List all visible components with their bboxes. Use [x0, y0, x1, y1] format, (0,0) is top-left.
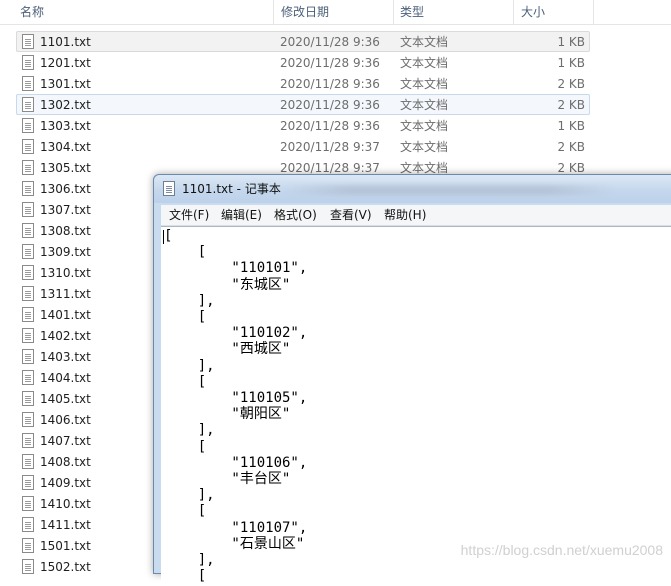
- file-type: 文本文档: [400, 116, 448, 137]
- notepad-titlebar[interactable]: 1101.txt - 记事本: [154, 175, 671, 203]
- file-size: 2 KB: [557, 95, 585, 116]
- file-size: 1 KB: [557, 32, 585, 53]
- file-type: 文本文档: [400, 95, 448, 116]
- file-name: 1309.txt: [40, 242, 91, 263]
- file-name: 1408.txt: [40, 452, 91, 473]
- file-name: 1402.txt: [40, 326, 91, 347]
- file-name: 1502.txt: [40, 557, 91, 578]
- text-file-icon: [22, 475, 34, 490]
- text-file-icon: [22, 496, 34, 511]
- notepad-window[interactable]: 1101.txt - 记事本 文件(F) 编辑(E) 格式(O) 查看(V) 帮…: [153, 174, 671, 574]
- column-header-size[interactable]: 大小: [521, 4, 545, 20]
- text-file-icon: [22, 34, 34, 49]
- menu-file[interactable]: 文件(F): [169, 207, 209, 223]
- column-divider[interactable]: [393, 0, 394, 24]
- text-file-icon: [22, 223, 34, 238]
- file-name: 1411.txt: [40, 515, 91, 536]
- column-header-name[interactable]: 名称: [20, 4, 44, 20]
- text-file-icon: [22, 76, 34, 91]
- column-divider[interactable]: [273, 0, 274, 24]
- file-size: 1 KB: [557, 116, 585, 137]
- text-file-icon: [22, 139, 34, 154]
- text-file-icon: [22, 412, 34, 427]
- file-row[interactable]: 1101.txt 2020/11/28 9:36 文本文档 1 KB: [16, 31, 590, 52]
- file-size: 2 KB: [557, 137, 585, 158]
- file-row[interactable]: 1302.txt 2020/11/28 9:36 文本文档 2 KB: [16, 94, 590, 115]
- notepad-text-area[interactable]: [ [ "110101", "东城区" ], [ "110102", "西城区"…: [161, 226, 671, 586]
- text-file-icon: [22, 160, 34, 175]
- file-type: 文本文档: [400, 32, 448, 53]
- text-file-icon: [22, 286, 34, 301]
- text-file-icon: [22, 538, 34, 553]
- blurred-background-detail: [284, 185, 614, 195]
- file-size: 2 KB: [557, 74, 585, 95]
- text-file-icon: [22, 433, 34, 448]
- file-modified-date: 2020/11/28 9:37: [280, 137, 380, 158]
- notepad-icon: [163, 181, 175, 196]
- file-name: 1409.txt: [40, 473, 91, 494]
- text-file-icon: [22, 55, 34, 70]
- file-name: 1403.txt: [40, 347, 91, 368]
- file-name: 1401.txt: [40, 305, 91, 326]
- file-row[interactable]: 1201.txt 2020/11/28 9:36 文本文档 1 KB: [16, 52, 590, 73]
- file-row[interactable]: 1303.txt 2020/11/28 9:36 文本文档 1 KB: [16, 115, 590, 136]
- file-name: 1406.txt: [40, 410, 91, 431]
- file-name: 1304.txt: [40, 137, 91, 158]
- menu-format[interactable]: 格式(O): [274, 207, 317, 223]
- menu-edit[interactable]: 编辑(E): [221, 207, 262, 223]
- file-modified-date: 2020/11/28 9:36: [280, 116, 380, 137]
- file-type: 文本文档: [400, 74, 448, 95]
- file-name: 1201.txt: [40, 53, 91, 74]
- column-divider[interactable]: [593, 0, 594, 24]
- column-header-type[interactable]: 类型: [400, 4, 424, 20]
- file-name: 1101.txt: [40, 32, 91, 53]
- file-name: 1306.txt: [40, 179, 91, 200]
- file-name: 1407.txt: [40, 431, 91, 452]
- watermark: https://blog.csdn.net/xuemu2008: [461, 542, 663, 558]
- menu-view[interactable]: 查看(V): [330, 207, 372, 223]
- file-size: 1 KB: [557, 53, 585, 74]
- file-modified-date: 2020/11/28 9:36: [280, 74, 380, 95]
- text-caret: [163, 230, 164, 244]
- text-file-icon: [22, 244, 34, 259]
- file-name: 1311.txt: [40, 284, 91, 305]
- text-file-icon: [22, 349, 34, 364]
- notepad-title: 1101.txt - 记事本: [182, 181, 281, 197]
- column-divider[interactable]: [513, 0, 514, 24]
- file-name: 1303.txt: [40, 116, 91, 137]
- column-header-modified[interactable]: 修改日期: [281, 4, 329, 20]
- file-name: 1305.txt: [40, 158, 91, 179]
- notepad-menubar: 文件(F) 编辑(E) 格式(O) 查看(V) 帮助(H): [161, 205, 671, 226]
- text-file-icon: [22, 370, 34, 385]
- file-name: 1310.txt: [40, 263, 91, 284]
- file-name: 1302.txt: [40, 95, 91, 116]
- text-file-icon: [22, 97, 34, 112]
- file-type: 文本文档: [400, 137, 448, 158]
- text-file-icon: [22, 328, 34, 343]
- file-row[interactable]: 1301.txt 2020/11/28 9:36 文本文档 2 KB: [16, 73, 590, 94]
- file-modified-date: 2020/11/28 9:36: [280, 32, 380, 53]
- column-header-bar: 名称 修改日期 类型 大小: [0, 0, 671, 25]
- text-file-icon: [22, 181, 34, 196]
- text-file-icon: [22, 517, 34, 532]
- file-name: 1404.txt: [40, 368, 91, 389]
- file-name: 1307.txt: [40, 200, 91, 221]
- text-file-icon: [22, 202, 34, 217]
- file-type: 文本文档: [400, 53, 448, 74]
- file-row[interactable]: 1304.txt 2020/11/28 9:37 文本文档 2 KB: [16, 136, 590, 157]
- notepad-content[interactable]: [ [ "110101", "东城区" ], [ "110102", "西城区"…: [161, 227, 671, 584]
- menu-help[interactable]: 帮助(H): [384, 207, 426, 223]
- file-name: 1501.txt: [40, 536, 91, 557]
- file-name: 1308.txt: [40, 221, 91, 242]
- text-file-icon: [22, 265, 34, 280]
- text-file-icon: [22, 307, 34, 322]
- file-name: 1301.txt: [40, 74, 91, 95]
- file-name: 1405.txt: [40, 389, 91, 410]
- text-file-icon: [22, 118, 34, 133]
- file-modified-date: 2020/11/28 9:36: [280, 95, 380, 116]
- text-file-icon: [22, 454, 34, 469]
- file-modified-date: 2020/11/28 9:36: [280, 53, 380, 74]
- text-file-icon: [22, 391, 34, 406]
- file-name: 1410.txt: [40, 494, 91, 515]
